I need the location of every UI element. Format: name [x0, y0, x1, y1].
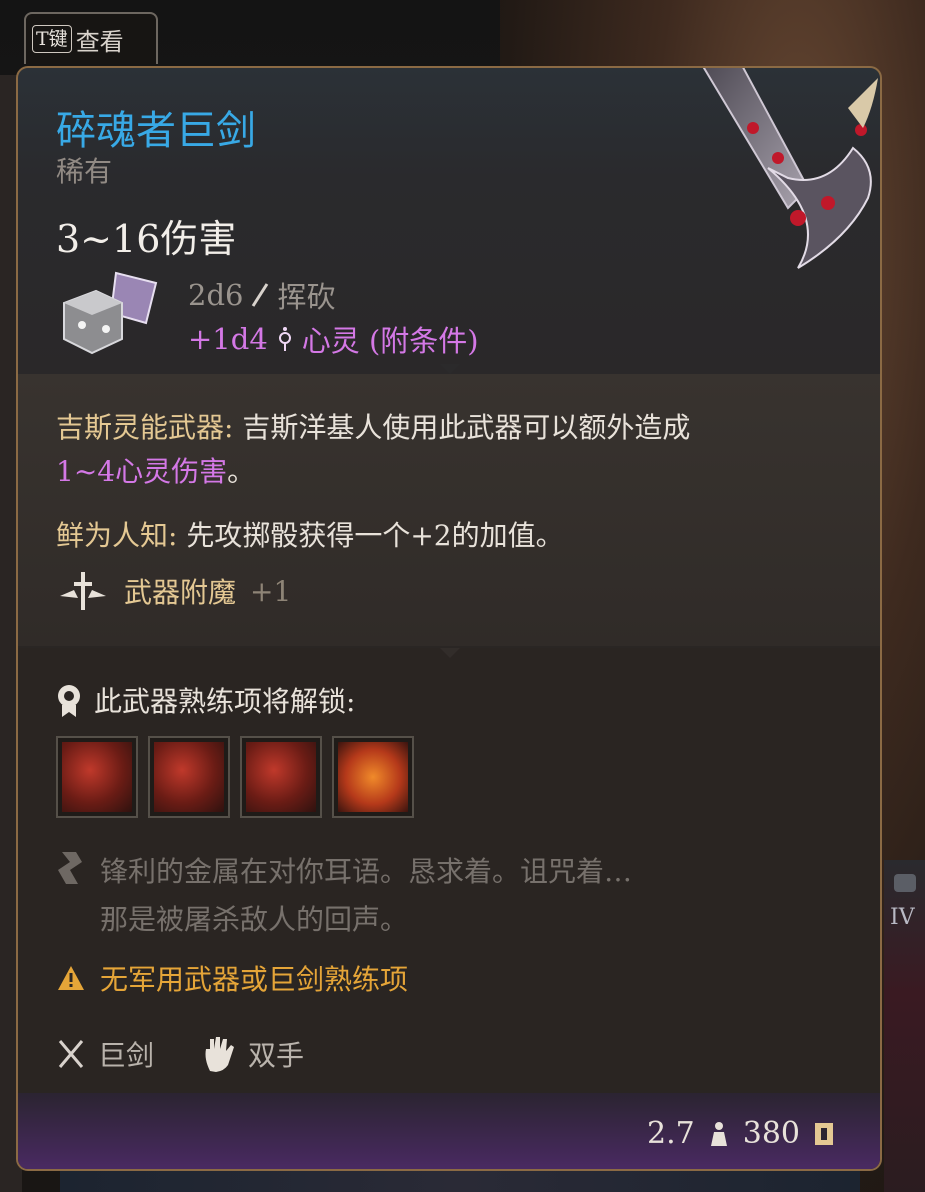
section-divider: [440, 648, 460, 658]
property-highlight: 1~4心灵伤害: [56, 455, 228, 488]
chat-icon[interactable]: [894, 874, 916, 892]
gold-icon: [815, 1122, 833, 1145]
item-name: 碎魂者巨剑: [56, 108, 256, 154]
weapon-enchant-icon: [60, 572, 106, 610]
damage-type: 挥砍: [277, 280, 336, 314]
section-divider: [440, 364, 460, 374]
warning-icon: [58, 966, 84, 990]
greatsword-image: [702, 68, 878, 269]
property-gith-weapon: 吉斯灵能武器: 吉斯洋基人使用此武器可以额外造成 1~4心灵伤害。: [56, 406, 836, 494]
weight-value-row: 2.7 380: [647, 1116, 836, 1151]
property-text: 先攻掷骰获得一个+2的加值。: [186, 519, 564, 552]
weight-icon: [710, 1121, 727, 1146]
action-icon-2[interactable]: [148, 736, 230, 818]
flavor-line: 锋利的金属在对你耳语。恳求着。诅咒着…: [100, 855, 633, 888]
damage-dice: +1d4: [188, 322, 268, 356]
item-value: 380: [742, 1116, 800, 1151]
weapon-type-row: 巨剑 双手: [56, 1034, 304, 1074]
proficiency-warning: 无军用武器或巨剑熟练项: [56, 958, 408, 998]
dice-icon: [63, 271, 158, 355]
action-icon-4[interactable]: [332, 736, 414, 818]
action-icon-3[interactable]: [240, 736, 322, 818]
keycap: T键: [32, 25, 72, 53]
action-icon-1[interactable]: [56, 736, 138, 818]
roman-numeral-label: IV: [890, 905, 915, 930]
hotbar-partial: [60, 1168, 860, 1192]
inspect-hint[interactable]: T键 查看: [24, 12, 158, 64]
damage-line-slashing: 2d6 挥砍: [188, 274, 335, 316]
enchant-value: +1: [250, 574, 292, 608]
property-label: 吉斯灵能武器:: [56, 411, 234, 444]
property-text: 吉斯洋基人使用此武器可以额外造成: [242, 411, 691, 444]
enchant-label: 武器附魔: [124, 576, 237, 609]
slashing-icon: [252, 283, 269, 307]
property-tail: 。: [227, 455, 256, 488]
damage-line-psychic: +1d4 心灵 (附条件): [188, 318, 479, 360]
weapon-enchantment: 武器附魔 +1: [56, 568, 291, 614]
flavor-text: 锋利的金属在对你耳语。恳求着。诅咒着… 那是被屠杀敌人的回声。: [56, 848, 632, 944]
damage-type: 心灵 (附条件): [301, 324, 479, 358]
unlock-actions: [56, 736, 414, 818]
proficiency-icon: [58, 685, 80, 717]
crossed-swords-icon: [58, 1040, 84, 1068]
unlock-title-text: 此武器熟练项将解锁:: [94, 685, 356, 718]
psychic-icon: [278, 327, 291, 351]
handedness: 双手: [248, 1039, 305, 1072]
item-tooltip: 碎魂者巨剑 稀有 3~16伤害 2d6 挥砍 +1d4 心灵 (附条件) 吉斯灵…: [16, 66, 882, 1171]
item-rarity: 稀有: [56, 155, 113, 188]
property-label: 鲜为人知:: [56, 519, 178, 552]
proficiency-unlock-title: 此武器熟练项将解锁:: [56, 680, 355, 720]
hand-icon: [205, 1037, 235, 1072]
damage-dice: 2d6: [188, 278, 244, 312]
quote-icon: [58, 852, 82, 884]
flavor-line: 那是被屠杀敌人的回声。: [100, 903, 409, 936]
inspect-label: 查看: [75, 27, 124, 56]
property-obscure: 鲜为人知: 先攻掷骰获得一个+2的加值。: [56, 514, 564, 554]
warning-text: 无军用武器或巨剑熟练项: [100, 963, 409, 996]
weapon-type: 巨剑: [98, 1039, 155, 1072]
item-weight: 2.7: [647, 1116, 695, 1151]
damage-total: 3~16伤害: [56, 217, 237, 261]
